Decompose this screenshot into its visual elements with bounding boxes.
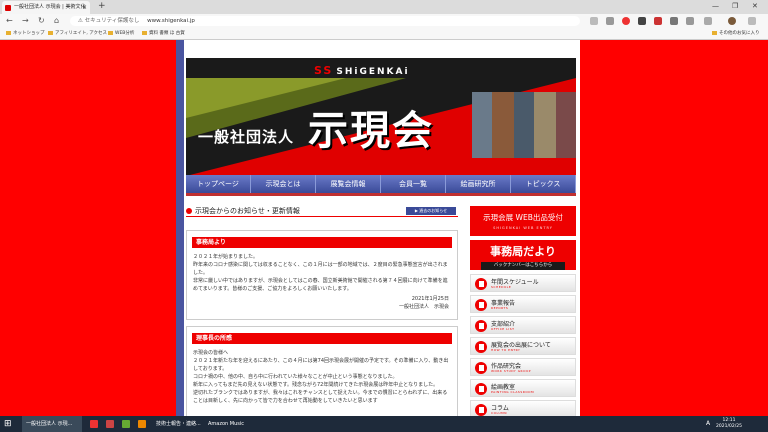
pocket-app-icon[interactable] bbox=[90, 420, 98, 428]
list-icon bbox=[475, 320, 487, 332]
sidebar-item-classroom[interactable]: 絵画教室 PAINTING CLASSROOM bbox=[470, 379, 576, 397]
notice-signature: 一般社団法人 示現会 bbox=[398, 304, 449, 310]
close-window-button[interactable]: ✕ bbox=[752, 0, 758, 13]
section-divider bbox=[186, 216, 458, 217]
reading-view-icon[interactable] bbox=[590, 17, 598, 25]
taskbar-app-amazon-music[interactable]: Amazon Music bbox=[204, 416, 244, 432]
brand-mark-icon: SS bbox=[314, 64, 334, 77]
pdf-extension-icon[interactable] bbox=[654, 17, 662, 25]
url-text: www.shigenkai.jp bbox=[147, 18, 195, 24]
other-bookmarks-folder[interactable]: その他のお気に入り bbox=[712, 28, 760, 40]
list-icon bbox=[475, 383, 487, 395]
brand-name: SS SHiGENKAi bbox=[314, 64, 410, 77]
reload-button[interactable]: ↻ bbox=[38, 14, 45, 28]
nav-members[interactable]: 会員一覧 bbox=[381, 175, 446, 193]
site-logo[interactable]: 示現会 bbox=[308, 98, 434, 156]
start-button[interactable]: ⊞ bbox=[4, 416, 12, 432]
news-section: 示現会からのお知らせ・更新情報 ▶ 過去のお知らせ 事務局より ２０２１年が始ま… bbox=[186, 202, 460, 426]
org-type-label: 一般社団法人 bbox=[198, 128, 295, 146]
page-left-strip bbox=[176, 40, 184, 416]
favorites-icon[interactable] bbox=[686, 17, 694, 25]
bookmarks-bar: ネットショップ アフィリエイト, アクセス WEB分析 資料 書類 ほ 古賀 そ… bbox=[0, 28, 768, 40]
site-header: SS SHiGENKAi 一般社団法人 示現会 bbox=[186, 58, 576, 176]
collections-icon[interactable] bbox=[670, 17, 678, 25]
maximize-button[interactable]: ❐ bbox=[732, 0, 738, 13]
notice-heading: 事務局より bbox=[192, 237, 452, 248]
bookmark-item[interactable]: アフィリエイト, アクセス bbox=[48, 28, 107, 40]
site-favicon-icon bbox=[5, 5, 11, 11]
header-photo-collage bbox=[472, 92, 576, 158]
profile-avatar[interactable] bbox=[728, 17, 736, 25]
home-button[interactable]: ⌂ bbox=[54, 14, 59, 28]
new-tab-button[interactable]: + bbox=[98, 1, 106, 11]
ime-indicator[interactable]: A bbox=[706, 416, 710, 432]
address-bar[interactable]: ⚠ セキュリティ保護なし www.shigenkai.jp bbox=[70, 16, 580, 26]
sidebar-item-reports[interactable]: 事業報告 REPORTS bbox=[470, 295, 576, 313]
bookmark-item[interactable]: 資料 書類 ほ 古賀 bbox=[142, 28, 185, 40]
explorer-app-icon[interactable] bbox=[138, 420, 146, 428]
sidebar-item-offices[interactable]: 支部紹介 OFFICE LIST bbox=[470, 316, 576, 334]
notice-heading: 理事長の所感 bbox=[192, 333, 452, 344]
list-icon bbox=[475, 362, 487, 374]
back-button[interactable]: ← bbox=[6, 14, 13, 28]
favorite-star-icon[interactable] bbox=[606, 17, 614, 25]
security-warning: ⚠ セキュリティ保護なし bbox=[78, 18, 140, 24]
more-menu-icon[interactable] bbox=[748, 17, 756, 25]
office-news-banner[interactable]: 事務局だより バックナンバーはこちらから bbox=[470, 240, 576, 270]
nav-exhibition[interactable]: 展覧会情報 bbox=[316, 175, 381, 193]
browser-toolbar: ← → ↻ ⌂ ⚠ セキュリティ保護なし www.shigenkai.jp bbox=[0, 14, 768, 28]
notice-card: 理事長の所感 示現会の皆様へ ２０２１年新たな年を迎えるにあたり、この４月には第… bbox=[186, 326, 458, 426]
nav-about[interactable]: 示現会とは bbox=[251, 175, 316, 193]
list-icon bbox=[475, 278, 487, 290]
app-icon[interactable] bbox=[122, 420, 130, 428]
main-nav: トップページ 示現会とは 展覧会情報 会員一覧 絵画研究所 トピックス bbox=[186, 175, 576, 193]
list-icon bbox=[475, 299, 487, 311]
extension-block-icon[interactable] bbox=[622, 17, 630, 25]
forward-button[interactable]: → bbox=[22, 14, 29, 28]
tab-close-icon[interactable]: × bbox=[82, 1, 87, 14]
tab-title: 一般社団法人 示現会 | 美術文化 bbox=[14, 4, 86, 10]
taskbar-app-document[interactable]: 技術士報告・連絡... bbox=[152, 416, 202, 432]
minimize-button[interactable]: — bbox=[712, 0, 719, 13]
gmail-app-icon[interactable] bbox=[106, 420, 114, 428]
sidebar-item-schedule[interactable]: 年間スケジュール SCHEDULE bbox=[470, 274, 576, 292]
notice-date: 2021年1月25日 bbox=[411, 296, 449, 302]
section-title: 示現会からのお知らせ・更新情報 bbox=[186, 206, 300, 216]
collections-button-icon[interactable] bbox=[704, 17, 712, 25]
taskbar-app-edge[interactable]: 一般社団法人 示現... bbox=[22, 416, 82, 432]
extension-icon[interactable] bbox=[638, 17, 646, 25]
nav-topics[interactable]: トピックス bbox=[511, 175, 576, 193]
bookmark-item[interactable]: ネットショップ bbox=[6, 28, 45, 40]
notice-body: 示現会の皆様へ ２０２１年新たな年を迎えるにあたり、この４月には第74回示現会展… bbox=[193, 350, 449, 404]
browser-tab[interactable]: 一般社団法人 示現会 | 美術文化 × bbox=[2, 1, 90, 14]
past-news-button[interactable]: ▶ 過去のお知らせ bbox=[406, 207, 456, 215]
sidebar-item-study-group[interactable]: 作品研究会 WORK STUDY GROUP bbox=[470, 358, 576, 376]
notice-body: ２０２１年が始まりました。 昨年来のコロナ感染に関しては収まることなく、この１月… bbox=[193, 254, 448, 292]
list-icon bbox=[475, 404, 487, 416]
nav-underline bbox=[186, 193, 576, 196]
list-icon bbox=[475, 341, 487, 353]
system-clock[interactable]: 12:11 2021/02/25 bbox=[716, 418, 742, 430]
tab-bar: 一般社団法人 示現会 | 美術文化 × + — ❐ ✕ bbox=[0, 0, 768, 14]
os-taskbar: ⊞ 一般社団法人 示現... 技術士報告・連絡... Amazon Music … bbox=[0, 416, 768, 432]
sidebar-item-entry[interactable]: 展覧会の出展について HOW TO ENTRY bbox=[470, 337, 576, 355]
bookmark-item[interactable]: WEB分析 bbox=[108, 28, 134, 40]
notice-card: 事務局より ２０２１年が始まりました。 昨年来のコロナ感染に関しては収まることな… bbox=[186, 230, 458, 320]
nav-top[interactable]: トップページ bbox=[186, 175, 251, 193]
web-entry-banner[interactable]: 示現会展 WEB出品受付 SHIGENKAI WEB ENTRY bbox=[470, 206, 576, 236]
nav-institute[interactable]: 絵画研究所 bbox=[446, 175, 511, 193]
